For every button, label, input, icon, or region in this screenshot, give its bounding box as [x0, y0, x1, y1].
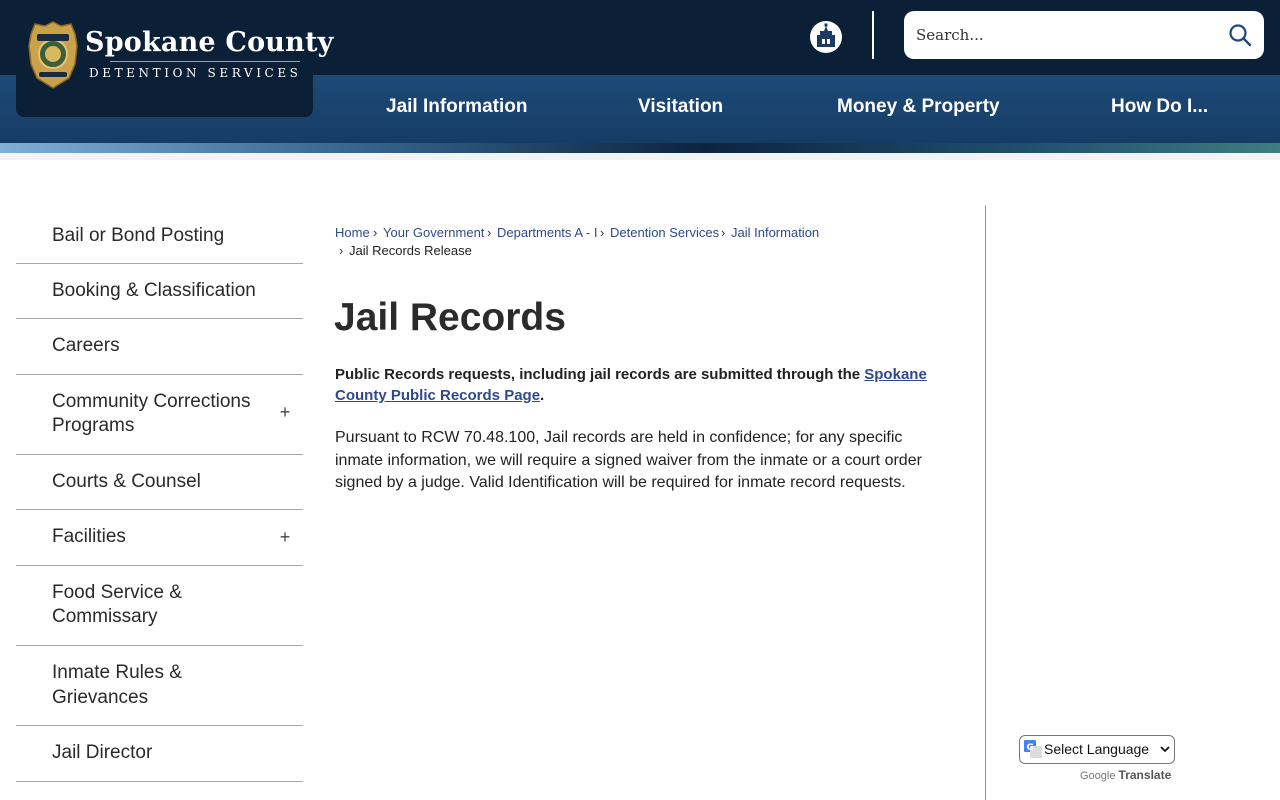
breadcrumb-your-government[interactable]: Your Government [383, 225, 484, 240]
breadcrumb-home[interactable]: Home [335, 225, 370, 240]
sidebar-item-label-line1: Food Service & [52, 582, 182, 603]
logo-divider [110, 61, 300, 62]
breadcrumb-separator: › [721, 225, 726, 240]
lead-end: . [540, 387, 545, 404]
breadcrumb-separator: › [487, 225, 492, 240]
breadcrumb-departments[interactable]: Departments A - I [497, 225, 597, 240]
sidebar-item-label: Jail Director [52, 742, 153, 763]
sheriff-badge-icon [28, 21, 78, 89]
county-seal-icon[interactable] [810, 21, 842, 53]
search-button[interactable] [1226, 22, 1254, 50]
sidebar-item-careers[interactable]: Careers [16, 319, 303, 375]
sidebar-item-label: Courts & Counsel [52, 471, 201, 492]
header-stripe [0, 143, 1280, 153]
header-stripe-shadow [0, 153, 1280, 160]
translate-wordmark: Translate [1118, 768, 1172, 782]
sidebar-item-label: Careers [52, 335, 120, 356]
google-translate-icon: G [1024, 740, 1042, 758]
chevron-down-icon [1160, 746, 1170, 753]
nav-money-property[interactable]: Money & Property [837, 96, 1000, 118]
expand-icon[interactable]: + [277, 403, 293, 421]
expand-icon[interactable]: + [277, 528, 293, 546]
content-divider [985, 205, 986, 800]
google-wordmark: Google [1080, 770, 1116, 782]
breadcrumb-separator: › [373, 225, 378, 240]
nav-jail-information[interactable]: Jail Information [386, 96, 527, 118]
nav-how-do-i[interactable]: How Do I... [1111, 96, 1208, 118]
sidebar-item-facilities[interactable]: Facilities + [16, 510, 303, 566]
breadcrumb-jail-information[interactable]: Jail Information [731, 225, 819, 240]
lead-paragraph: Public Records requests, including jail … [335, 364, 935, 406]
search-icon [1229, 23, 1252, 46]
sidebar-item-community-corrections[interactable]: Community Corrections Programs + [16, 375, 303, 455]
lead-text: Public Records requests, including jail … [335, 366, 865, 383]
sidebar-item-food-service[interactable]: Food Service & Commissary [16, 566, 303, 646]
sidebar-item-label-line2: Commissary [52, 606, 158, 627]
sidebar-item-label-line2: Grievances [52, 687, 149, 708]
sidebar-item-label-line1: Community Corrections [52, 391, 251, 412]
language-select-label: Select Language [1044, 741, 1150, 757]
body-paragraph: Pursuant to RCW 70.48.100, Jail records … [335, 429, 922, 491]
sidebar-item-bail-bond[interactable]: Bail or Bond Posting [16, 208, 303, 264]
header-divider [872, 11, 874, 59]
sidebar-item-inmate-rules[interactable]: Inmate Rules & Grievances [16, 646, 303, 726]
logo-subtitle: DETENTION SERVICES [89, 66, 302, 80]
breadcrumb-separator: › [600, 225, 605, 240]
sidebar-item-label-line1: Inmate Rules & [52, 662, 182, 683]
svg-text:G: G [1027, 743, 1034, 753]
breadcrumb-current: Jail Records Release [349, 243, 472, 258]
sidebar-item-label-line2: Programs [52, 415, 135, 436]
sidebar-item-label: Bail or Bond Posting [52, 225, 225, 246]
page-title: Jail Records [334, 296, 566, 339]
powered-by-google[interactable]: Google Translate [1080, 768, 1171, 782]
sidebar-item-jail-director[interactable]: Jail Director [16, 726, 303, 782]
breadcrumb-detention-services[interactable]: Detention Services [610, 225, 719, 240]
search-input[interactable] [916, 22, 1216, 48]
logo-title: Spokane County [85, 27, 334, 58]
breadcrumb-separator: › [339, 243, 344, 258]
nav-visitation[interactable]: Visitation [638, 96, 723, 118]
sidebar-item-label: Booking & Classification [52, 280, 256, 301]
sidebar-item-courts-counsel[interactable]: Courts & Counsel [16, 455, 303, 510]
sidebar-item-booking[interactable]: Booking & Classification [16, 264, 303, 319]
sidebar-item-label: Facilities [52, 526, 126, 547]
